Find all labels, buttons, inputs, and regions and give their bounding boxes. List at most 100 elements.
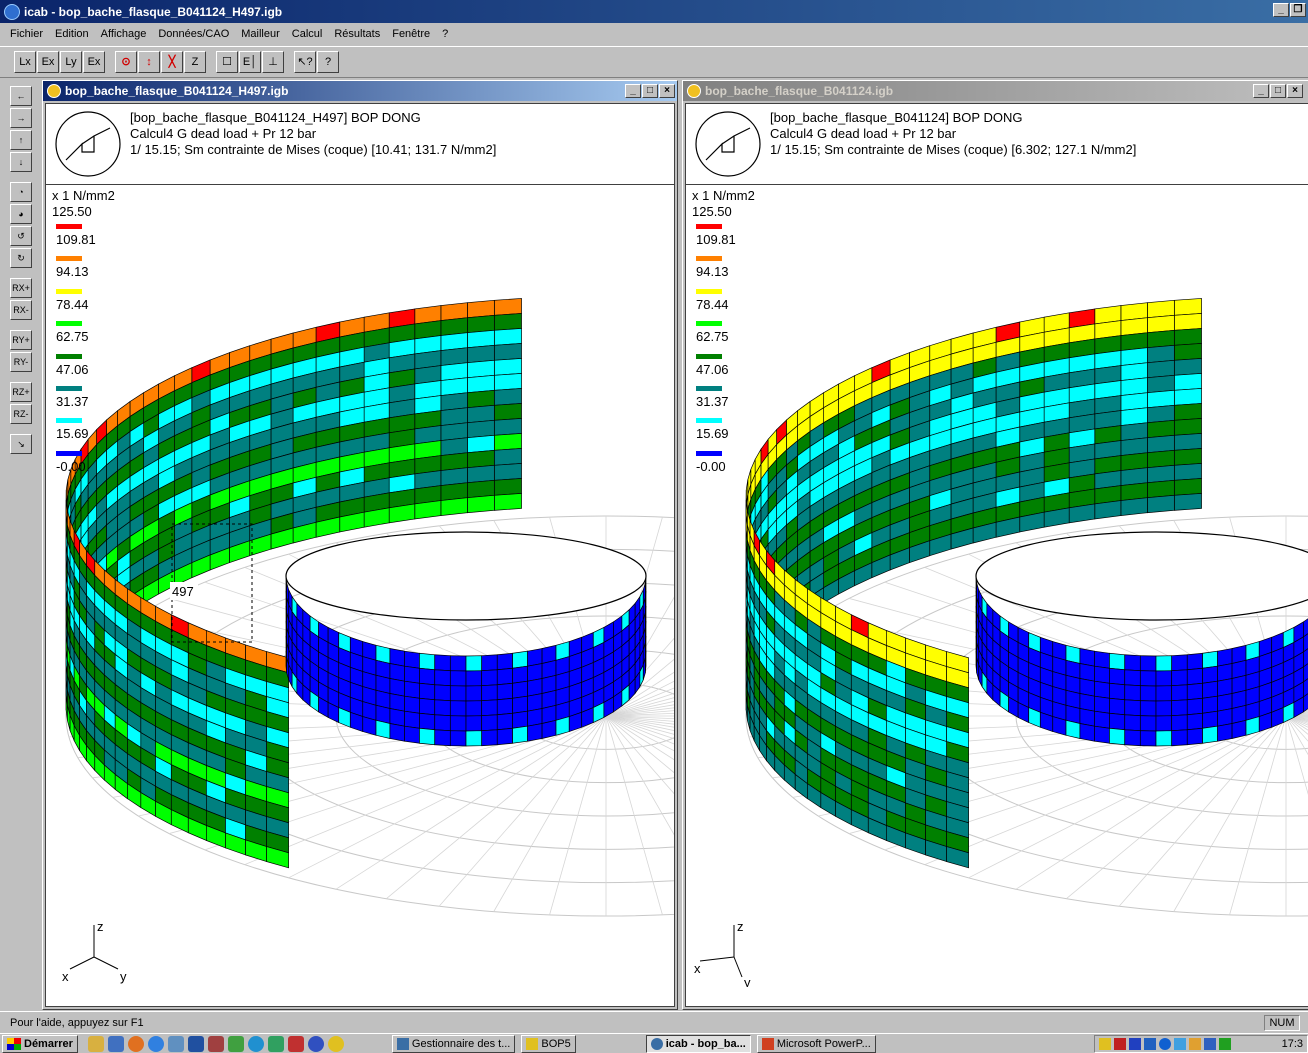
rotate-cw-icon[interactable]: ↻ [10,248,32,268]
tool-icon[interactable] [267,1035,284,1052]
zoom-icon[interactable]: Z [184,51,206,73]
pick-arrow-icon[interactable]: ↘ [10,434,32,454]
close-button[interactable]: × [1287,84,1303,98]
menu-help[interactable]: ? [436,28,454,40]
media-icon[interactable] [247,1035,264,1052]
app-icon-green[interactable] [227,1035,244,1052]
axis-z-label: z [97,919,104,934]
edit-y-icon[interactable]: Ex [83,51,105,73]
warning-icon[interactable] [1129,1038,1141,1050]
rotate-a-icon[interactable]: ◔ [10,182,32,202]
close-button[interactable]: × [659,84,675,98]
minimize-button[interactable]: _ [625,84,641,98]
restore-button[interactable]: ❐ [1290,3,1306,17]
rotate-ccw-icon[interactable]: ↺ [10,226,32,246]
legend-value: 47.06 [696,361,729,377]
legend-value: 47.06 [56,361,89,377]
icab-icon[interactable] [327,1035,344,1052]
update-icon[interactable] [1159,1038,1171,1050]
legend-swatch [56,385,82,391]
volume-icon[interactable] [1099,1038,1111,1050]
menu-mailleur[interactable]: Mailleur [235,28,286,40]
task-powerpoint[interactable]: Microsoft PowerP... [756,1034,876,1053]
pan-right-icon[interactable]: → [10,108,32,128]
globe-icon[interactable] [307,1035,324,1052]
ie-icon[interactable] [147,1035,164,1052]
maximize-button[interactable]: □ [642,84,658,98]
maximize-button[interactable]: □ [1270,84,1286,98]
vertical-arrows-icon[interactable]: ↕ [138,51,160,73]
help-icon[interactable]: ? [317,51,339,73]
legend-swatch [696,288,722,294]
menu-calcul[interactable]: Calcul [286,28,329,40]
model-name: [bop_bache_flasque_B041124] BOP DONG [770,110,1023,125]
load-y-icon[interactable]: Ly [60,51,82,73]
legend-swatch [696,224,722,229]
result-canvas[interactable]: [bop_bache_flasque_B041124] BOP DONG Cal… [685,103,1308,1007]
rotate-y-plus-icon[interactable]: RY+ [10,330,32,350]
pan-down-icon[interactable]: ↓ [10,152,32,172]
rotate-z-minus-icon[interactable]: RZ- [10,404,32,424]
rotate-x-plus-icon[interactable]: RX+ [10,278,32,298]
result-canvas[interactable]: [bop_bache_flasque_B041124_H497] BOP DON… [45,103,675,1007]
legend-value: 31.37 [696,393,729,409]
pan-up-icon[interactable]: ↑ [10,130,32,150]
context-help-icon[interactable]: ↖? [294,51,316,73]
shell-logo-icon [695,111,761,177]
mdi-window-b041124[interactable]: bop_bache_flasque_B041124.igb _ □ × [bop… [682,80,1308,1010]
legend-value: 109.81 [696,232,736,247]
security-icon[interactable] [1189,1038,1201,1050]
start-button[interactable]: Démarrer [2,1034,78,1053]
legend-value: 62.75 [56,329,89,345]
rotate-x-minus-icon[interactable]: RX- [10,300,32,320]
stress-model-view[interactable]: 497 [46,186,675,1007]
window-controls: _ ❐ [1273,3,1306,17]
word-icon[interactable] [187,1035,204,1052]
legend-swatch [696,353,722,359]
task-bop5[interactable]: BOP5 [521,1034,576,1053]
ati-icon[interactable] [1114,1038,1126,1050]
menu-affichage[interactable]: Affichage [95,28,153,40]
firefox-icon[interactable] [127,1035,144,1052]
link-icon[interactable] [287,1035,304,1052]
element-icon[interactable]: E│ [239,51,261,73]
language-icon[interactable] [1144,1038,1156,1050]
menu-donnees-cao[interactable]: Données/CAO [152,28,235,40]
battery-icon[interactable] [1219,1038,1231,1050]
pan-left-icon[interactable]: ← [10,86,32,106]
support-icon[interactable]: ⊥ [262,51,284,73]
mdi-titlebar[interactable]: bop_bache_flasque_B041124_H497.igb _ □ × [43,81,677,101]
menu-fenetre[interactable]: Fenêtre [386,28,436,40]
minimize-button[interactable]: _ [1253,84,1269,98]
result-range: 1/ 15.15; Sm contrainte de Mises (coque)… [770,142,1137,157]
rotate-z-plus-icon[interactable]: RZ+ [10,382,32,402]
stress-model-view[interactable] [686,186,1308,1007]
desktop-icon[interactable] [87,1035,104,1052]
menu-edition[interactable]: Edition [49,28,95,40]
target-icon[interactable]: ⊙ [115,51,137,73]
rotate-y-minus-icon[interactable]: RY- [10,352,32,372]
mdi-titlebar[interactable]: bop_bache_flasque_B041124.igb _ □ × [683,81,1308,101]
legend-swatch [56,288,82,294]
result-range: 1/ 15.15; Sm contrainte de Mises (coque)… [130,142,497,157]
network-icon[interactable] [167,1035,184,1052]
explorer-icon[interactable] [107,1035,124,1052]
edit-x-icon[interactable]: Ex [37,51,59,73]
task-icab[interactable]: icab - bop_ba... [645,1034,751,1053]
frame-icon[interactable]: ☐ [216,51,238,73]
legend-item: 31.37 [52,382,115,414]
cross-icon[interactable]: ╳ [161,51,183,73]
mdi-window-h497[interactable]: bop_bache_flasque_B041124_H497.igb _ □ ×… [42,80,678,1010]
display-icon[interactable] [1204,1038,1216,1050]
task-task-manager[interactable]: Gestionnaire des t... [391,1034,516,1053]
menu-resultats[interactable]: Résultats [328,28,386,40]
network-tray-icon[interactable] [1174,1038,1186,1050]
minimize-button[interactable]: _ [1273,3,1289,17]
system-tray: 17:3 [1094,1035,1308,1053]
app-icon-red[interactable] [207,1035,224,1052]
menu-fichier[interactable]: Fichier [4,28,49,40]
legend-item: 15.69 [52,414,115,446]
rotate-b-icon[interactable]: ◕ [10,204,32,224]
legend-swatch [56,450,82,456]
load-x-icon[interactable]: Lx [14,51,36,73]
